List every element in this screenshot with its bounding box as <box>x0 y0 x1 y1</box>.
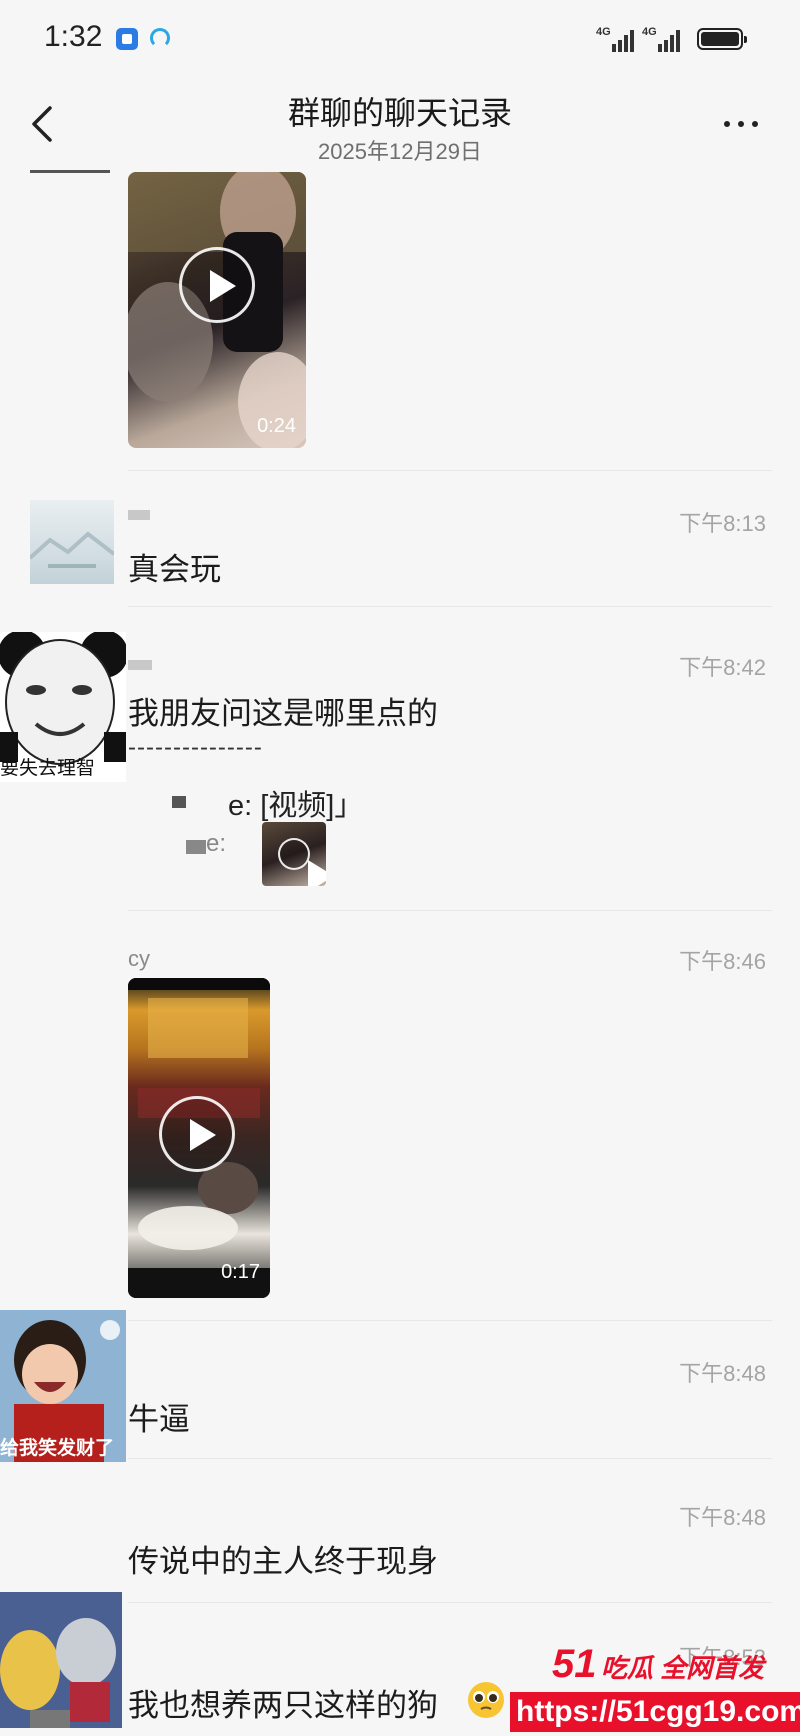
video-duration: 0:24 <box>257 415 296 437</box>
more-options-icon[interactable] <box>716 108 768 138</box>
message-text: 我也想养两只这样的狗 <box>128 1688 438 1723</box>
sync-notification-icon <box>150 28 170 48</box>
pleading-face-emoji-icon <box>468 1682 504 1718</box>
message-time: 下午8:48 <box>679 1361 766 1386</box>
message-time: 下午8:48 <box>679 1505 766 1530</box>
message-divider <box>128 1320 772 1321</box>
quote-separator: --------------- <box>128 734 263 761</box>
message-text: 传说中的主人终于现身 <box>128 1544 438 1579</box>
message-time: 下午8:46 <box>679 949 766 974</box>
watermark-url: https://51cgg19.com <box>510 1692 800 1732</box>
quoted-message: e: [视频]」 <box>228 790 364 822</box>
avatar-image <box>0 1592 122 1728</box>
sender-name: cy <box>128 946 150 971</box>
message-text: 真会玩 <box>128 552 221 587</box>
blurred-sender-name <box>128 660 152 670</box>
message-divider <box>128 910 772 911</box>
blurred-sender-name <box>128 510 150 520</box>
watermark: 51 吃瓜 全网首发 https://51cgg19.com <box>510 1640 800 1736</box>
watermark-tagline: 吃瓜 全网首发 <box>600 1653 765 1683</box>
avatar[interactable]: 要失去理智 <box>0 632 126 782</box>
quoted-video-thumbnail[interactable] <box>262 822 326 886</box>
watermark-logo-number: 51 <box>552 1642 597 1686</box>
signal-icon-sim2: 4G <box>642 26 684 52</box>
video-message-thumbnail[interactable]: 0:24 <box>128 172 306 448</box>
app-notification-icon <box>116 28 138 50</box>
avatar-image <box>30 531 114 568</box>
avatar[interactable]: 给我笑发财了 <box>0 1310 126 1462</box>
page-date: 2025年12月29日 <box>318 139 482 164</box>
chat-record-header: 群聊的聊天记录 2025年12月29日 <box>0 80 800 170</box>
avatar[interactable] <box>30 500 114 584</box>
play-icon[interactable] <box>278 838 326 886</box>
message-text: 我朋友问这是哪里点的 <box>128 696 438 731</box>
avatar[interactable] <box>0 1592 122 1728</box>
signal-icon-sim1: 4G <box>596 26 638 52</box>
blurred-quote-name <box>186 840 206 854</box>
play-icon[interactable] <box>179 247 255 323</box>
avatar-caption: 给我笑发财了 <box>0 1438 115 1459</box>
blurred-sender-fragment <box>30 170 110 173</box>
status-time: 1:32 <box>44 20 103 53</box>
play-icon[interactable] <box>159 1096 235 1172</box>
blurred-quote-name <box>172 796 186 808</box>
video-duration: 0:17 <box>221 1261 260 1283</box>
quoted-message: e: <box>206 830 227 857</box>
message-divider <box>128 606 772 607</box>
status-bar: 1:32 4G 4G <box>0 0 800 80</box>
video-message-thumbnail[interactable]: 0:17 <box>128 978 270 1298</box>
message-text: 牛逼 <box>128 1402 190 1437</box>
message-divider <box>128 1458 772 1459</box>
message-time: 下午8:13 <box>679 511 766 536</box>
avatar-caption: 要失去理智 <box>0 758 96 779</box>
message-time: 下午8:42 <box>679 655 766 680</box>
page-title: 群聊的聊天记录 <box>287 95 512 131</box>
battery-icon <box>697 28 747 50</box>
message-divider <box>128 470 772 471</box>
message-divider <box>128 1602 772 1603</box>
